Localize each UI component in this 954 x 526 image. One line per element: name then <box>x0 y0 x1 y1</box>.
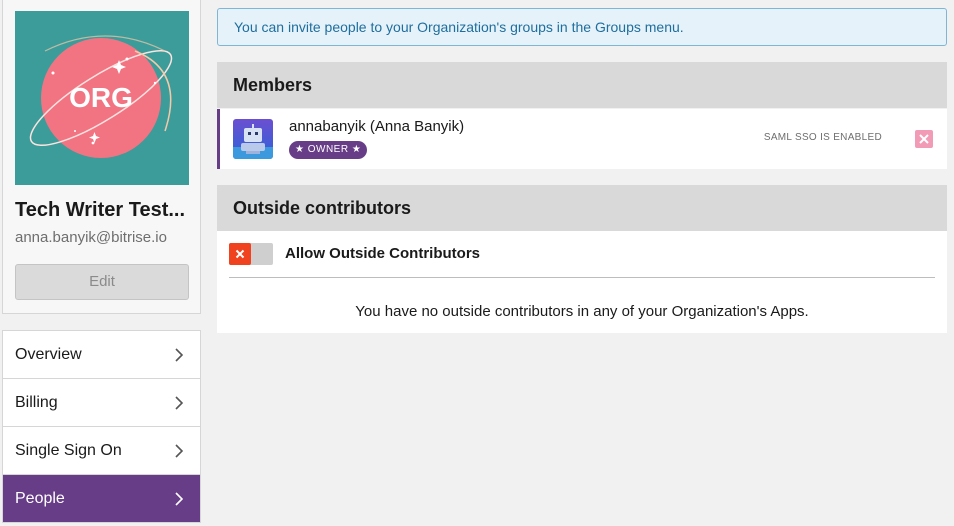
nav-item-billing[interactable]: Billing <box>3 379 200 427</box>
avatar <box>233 119 273 159</box>
divider <box>229 277 935 278</box>
chevron-right-icon <box>174 394 188 412</box>
org-email: anna.banyik@bitrise.io <box>15 229 167 246</box>
chevron-right-icon <box>174 490 188 508</box>
toggle-knob <box>229 243 251 265</box>
nav-item-overview[interactable]: Overview <box>3 331 200 379</box>
chevron-right-icon <box>174 346 188 364</box>
org-logo-text: ORG <box>69 82 133 113</box>
info-banner: You can invite people to your Organizati… <box>217 8 947 46</box>
saml-status: SAML SSO IS ENABLED <box>763 132 882 143</box>
outside-contributors-panel: Allow Outside Contributors You have no o… <box>217 231 947 333</box>
chevron-right-icon <box>174 442 188 460</box>
nav-item-label: Overview <box>15 345 82 363</box>
nav-item-label: Billing <box>15 393 58 411</box>
toggle-label: Allow Outside Contributors <box>285 245 480 262</box>
org-logo-graphic: ORG <box>29 35 173 158</box>
nav-item-people[interactable]: People <box>3 475 200 523</box>
remove-member-button[interactable] <box>915 130 933 148</box>
org-profile-card: ORG Tech Writer Test... anna.banyik@bitr… <box>2 0 201 314</box>
members-header: Members <box>217 62 947 108</box>
nav-item-label: People <box>15 489 65 507</box>
org-logo: ORG <box>15 11 189 185</box>
settings-nav: Overview Billing Single Sign On People <box>2 330 201 523</box>
empty-state-message: You have no outside contributors in any … <box>355 303 809 320</box>
robot-icon <box>233 124 273 159</box>
allow-outside-contributors-toggle[interactable] <box>229 243 273 265</box>
close-icon <box>919 134 929 144</box>
edit-button[interactable]: Edit <box>15 264 189 300</box>
nav-item-label: Single Sign On <box>15 441 122 459</box>
role-badge: ★ OWNER ★ <box>289 141 368 159</box>
outside-contributors-header: Outside contributors <box>217 185 947 231</box>
close-icon <box>235 249 245 259</box>
nav-item-single-sign-on[interactable]: Single Sign On <box>3 427 200 475</box>
member-row: annabanyik (Anna Banyik) ★ OWNER ★ SAML … <box>217 109 947 169</box>
member-name: annabanyik (Anna Banyik) <box>289 118 465 135</box>
org-name: Tech Writer Test... <box>15 199 186 221</box>
